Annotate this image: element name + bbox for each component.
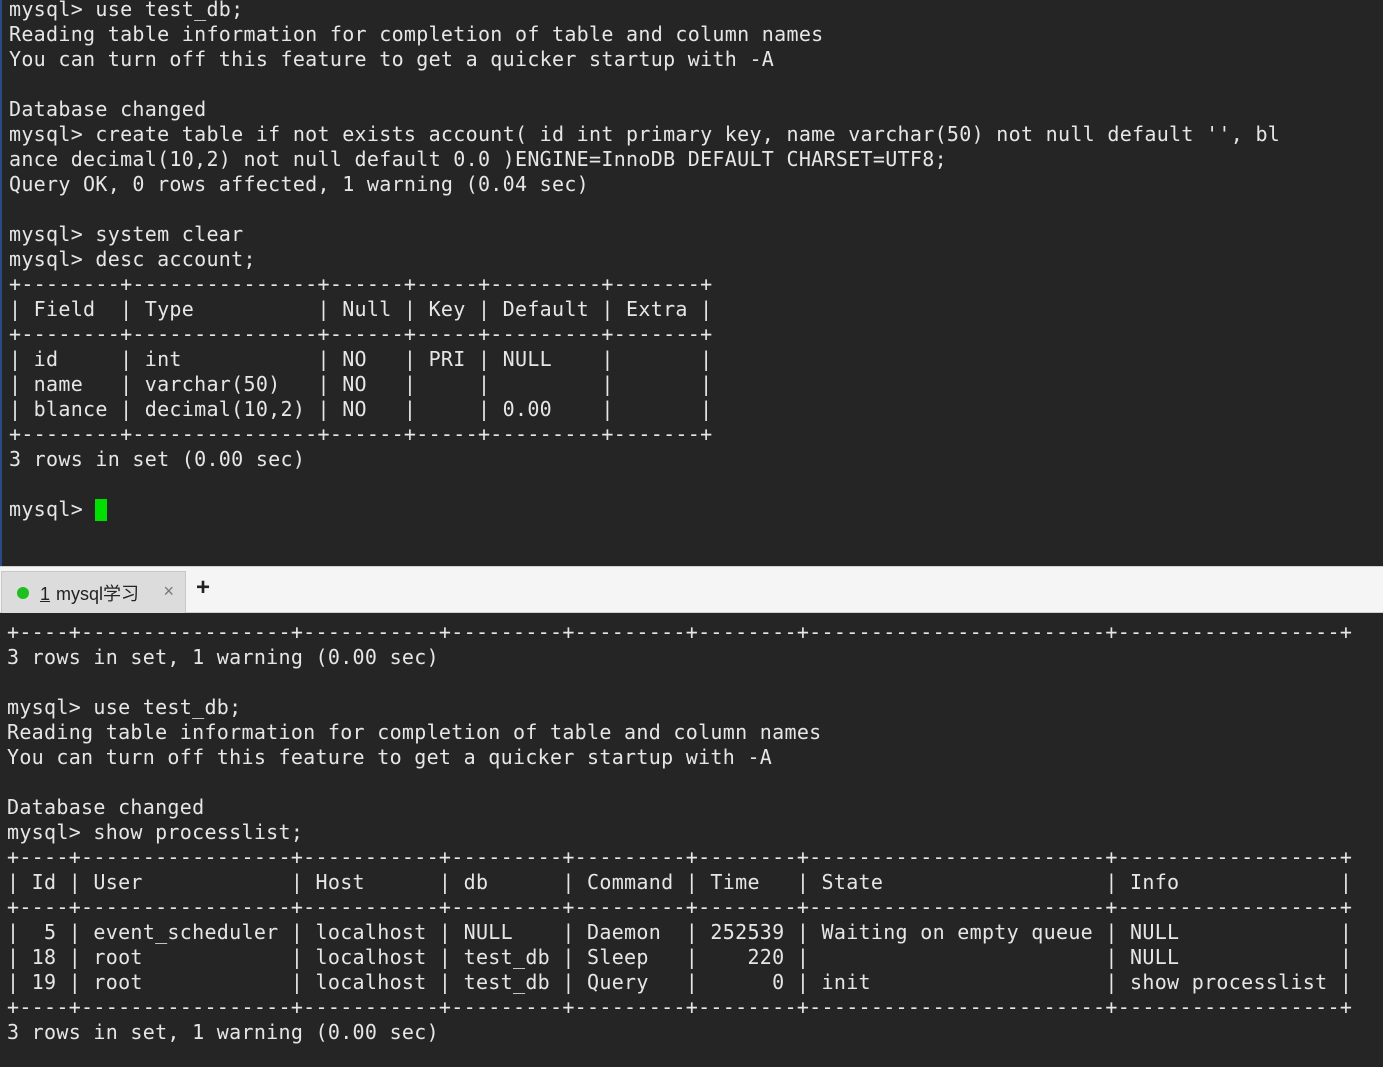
text-cursor [95, 498, 108, 521]
terminal-line: mysql> create table if not exists accoun… [9, 122, 1281, 146]
terminal-line: 3 rows in set (0.00 sec) [9, 447, 306, 471]
connected-status-icon [17, 586, 29, 599]
bottom-terminal-output: +----+-----------------+-----------+----… [7, 620, 1352, 1045]
table-border-line: +----+-----------------+-----------+----… [7, 895, 1353, 919]
add-tab-icon[interactable]: + [196, 576, 210, 600]
top-terminal-pane[interactable]: mysql> use test_db; Reading table inform… [0, 0, 1383, 566]
terminal-line: Database changed [7, 795, 205, 819]
bottom-terminal-pane[interactable]: +----+-----------------+-----------+----… [0, 613, 1383, 1067]
prompt-text: mysql> [9, 497, 84, 521]
table-border-line: +----+-----------------+-----------+----… [7, 995, 1353, 1019]
terminal-line: mysql> desc account; [9, 247, 256, 271]
table-row: | 5 | event_scheduler | localhost | NULL… [7, 920, 1353, 944]
table-row: | 18 | root | localhost | test_db | Slee… [7, 945, 1353, 969]
terminal-line: Query OK, 0 rows affected, 1 warning (0.… [9, 172, 590, 196]
terminal-line: Reading table information for completion… [7, 720, 822, 744]
tab-title: mysql学习 [56, 583, 140, 604]
table-header-line: | Field | Type | Null | Key | Default | … [9, 297, 713, 321]
active-prompt-line[interactable]: mysql> [9, 497, 1280, 522]
terminal-line: ance decimal(10,2) not null default 0.0 … [9, 147, 947, 171]
terminal-line: 3 rows in set, 1 warning (0.00 sec) [7, 1020, 439, 1044]
terminal-line: 3 rows in set, 1 warning (0.00 sec) [7, 645, 439, 669]
tab-number: 1 [40, 583, 51, 604]
terminal-line: You can turn off this feature to get a q… [9, 47, 775, 71]
terminal-line: Reading table information for completion… [9, 22, 824, 46]
table-row: | blance | decimal(10,2) | NO | | 0.00 |… [9, 397, 713, 421]
table-border-line: +--------+---------------+------+-----+-… [9, 322, 713, 346]
table-row: | id | int | NO | PRI | NULL | | [9, 347, 713, 371]
table-header-line: | Id | User | Host | db | Command | Time… [7, 870, 1353, 894]
terminal-line: mysql> system clear [9, 222, 244, 246]
top-terminal-output: mysql> use test_db; Reading table inform… [9, 0, 1280, 522]
terminal-line: Database changed [9, 97, 207, 121]
table-row: | name | varchar(50) | NO | | | | [9, 372, 713, 396]
table-row: | 19 | root | localhost | test_db | Quer… [7, 970, 1353, 994]
table-border-line: +--------+---------------+------+-----+-… [9, 422, 713, 446]
terminal-line: mysql> use test_db; [9, 0, 244, 21]
session-tab-bar: 1 mysql学习 × + [0, 566, 1383, 613]
table-border-line: +----+-----------------+-----------+----… [7, 620, 1353, 644]
terminal-line: mysql> show processlist; [7, 820, 304, 844]
close-icon[interactable]: × [163, 582, 174, 600]
terminal-line: mysql> use test_db; [7, 695, 242, 719]
table-border-line: +--------+---------------+------+-----+-… [9, 272, 713, 296]
tab-label: 1 mysql学习 [40, 580, 139, 606]
terminal-line: You can turn off this feature to get a q… [7, 745, 773, 769]
table-border-line: +----+-----------------+-----------+----… [7, 845, 1353, 869]
tab-mysql-session[interactable]: 1 mysql学习 × [1, 571, 186, 613]
